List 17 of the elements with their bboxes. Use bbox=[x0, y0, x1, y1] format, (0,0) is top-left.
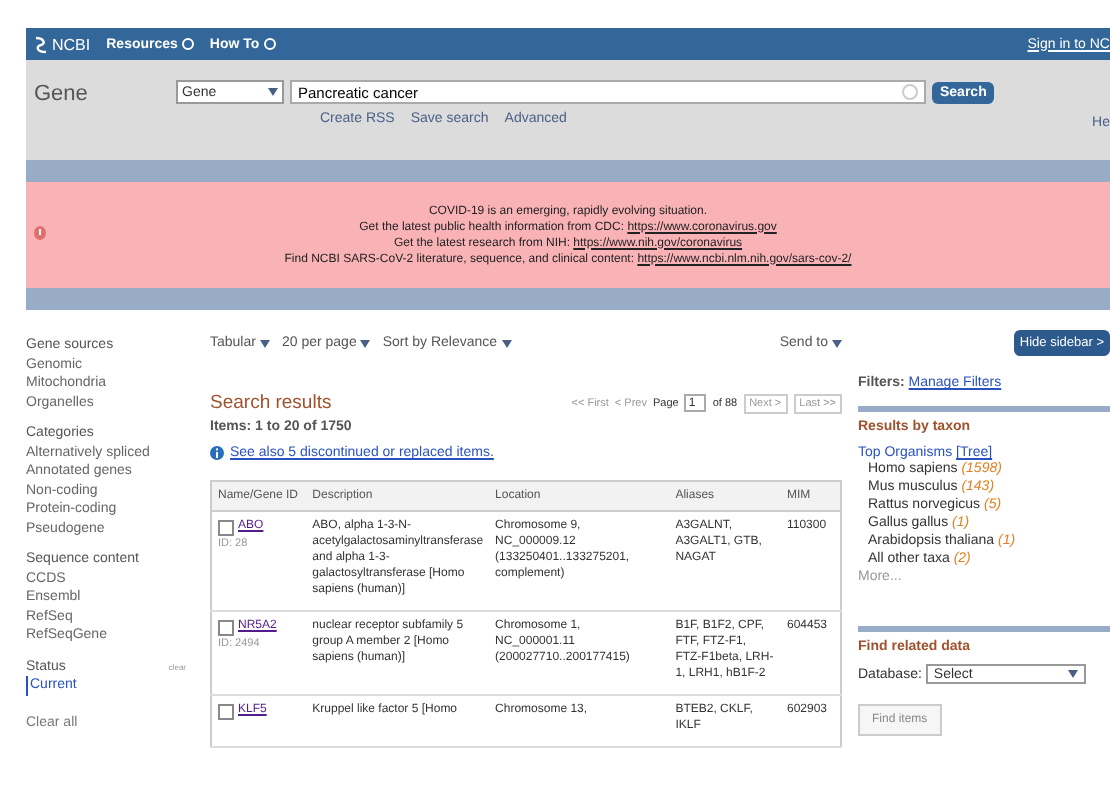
results-title: Search results bbox=[210, 392, 332, 414]
info-icon bbox=[210, 446, 224, 460]
caret-icon bbox=[360, 339, 371, 347]
caret-icon bbox=[501, 339, 512, 347]
warning-icon bbox=[34, 226, 46, 240]
row-checkbox[interactable] bbox=[218, 620, 234, 636]
caret-icon bbox=[259, 339, 270, 347]
logo-icon bbox=[34, 35, 48, 53]
row-checkbox[interactable] bbox=[218, 704, 234, 720]
caret-icon bbox=[832, 339, 842, 347]
caret-icon bbox=[268, 88, 278, 96]
database-title: Gene bbox=[34, 82, 88, 106]
logo-text[interactable]: NCBI bbox=[52, 35, 91, 53]
caret-icon bbox=[1067, 670, 1078, 678]
dropdown-icon[interactable] bbox=[181, 38, 194, 50]
row-checkbox[interactable] bbox=[218, 520, 234, 536]
dropdown-icon[interactable] bbox=[263, 38, 276, 50]
